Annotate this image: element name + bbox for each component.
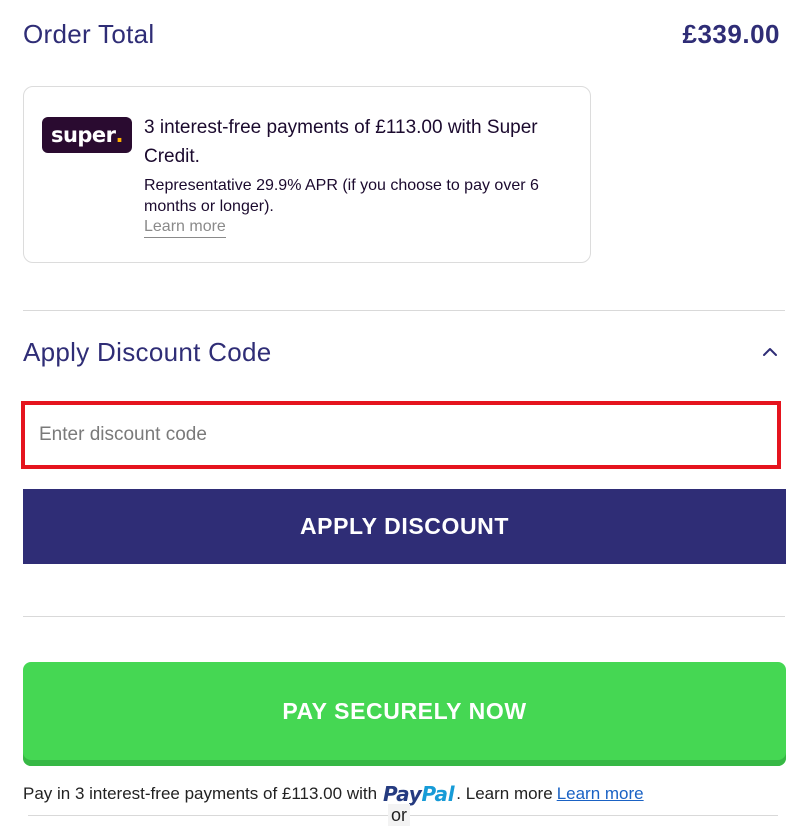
order-total-amount: £339.00 [682, 18, 780, 49]
super-logo-text: super [50, 123, 116, 147]
section-divider [23, 310, 785, 311]
discount-code-input[interactable] [25, 405, 777, 465]
super-credit-apr: Representative 29.9% APR (if you choose … [144, 177, 539, 215]
order-total-row: Order Total £339.00 [23, 14, 780, 54]
super-credit-box: super. 3 interest-free payments of £113.… [23, 86, 591, 263]
apply-discount-button[interactable]: APPLY DISCOUNT [23, 489, 786, 564]
super-logo-dot: . [115, 123, 124, 147]
pay-securely-now-button[interactable]: PAY SECURELY NOW [23, 662, 786, 766]
chevron-up-icon[interactable] [760, 342, 780, 362]
or-separator-text: or [388, 804, 411, 826]
paypal-logo: PayPal [383, 782, 455, 806]
discount-section-title: Apply Discount Code [23, 336, 272, 367]
order-total-title: Order Total [23, 18, 155, 49]
discount-input-wrapper [21, 401, 781, 469]
super-credit-headline: 3 interest-free payments of £113.00 with… [144, 117, 538, 167]
paypal-pay-in-3-message: Pay in 3 interest-free payments of £113.… [23, 780, 644, 808]
super-credit-text: 3 interest-free payments of £113.00 with… [144, 113, 584, 238]
super-logo: super. [42, 117, 132, 153]
paypal-message-prefix: Pay in 3 interest-free payments of £113.… [23, 784, 378, 803]
discount-section-header[interactable]: Apply Discount Code [23, 330, 780, 374]
paypal-learn-more-link[interactable]: Learn more [557, 784, 644, 804]
paypal-message-suffix: . Learn more [456, 784, 553, 803]
super-credit-learn-more-link[interactable]: Learn more [144, 217, 226, 238]
section-divider [23, 616, 785, 617]
